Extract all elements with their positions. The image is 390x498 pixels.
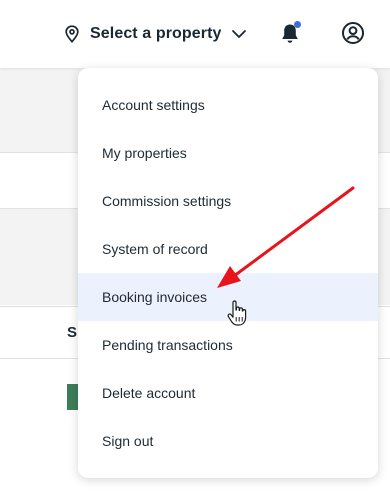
menu-item-commission-settings[interactable]: Commission settings [78,177,378,225]
menu-item-delete-account[interactable]: Delete account [78,369,378,417]
map-pin-icon [65,25,79,43]
account-menu-button[interactable] [341,21,365,45]
table-column-header: S [67,324,78,341]
property-selector[interactable]: Select a property [64,20,247,48]
menu-item-system-of-record[interactable]: System of record [78,225,378,273]
chevron-down-icon [231,30,246,38]
menu-item-account-settings[interactable]: Account settings [78,81,378,129]
menu-item-sign-out[interactable]: Sign out [78,417,378,465]
notifications-button[interactable] [278,21,302,46]
notification-dot [294,21,301,28]
menu-item-pending-transactions[interactable]: Pending transactions [78,321,378,369]
property-selector-label: Select a property [90,25,222,42]
user-circle-icon [342,22,364,44]
top-header: Select a property [0,0,390,68]
hand-pointer-icon [227,300,247,326]
account-dropdown-menu: Account settings My properties Commissio… [78,68,378,478]
menu-item-my-properties[interactable]: My properties [78,129,378,177]
